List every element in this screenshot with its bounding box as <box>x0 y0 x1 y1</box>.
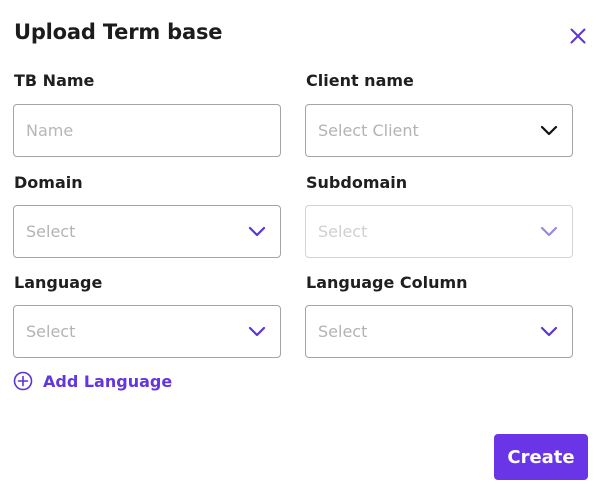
domain-placeholder: Select <box>26 222 76 241</box>
plus-circle-icon <box>13 371 33 391</box>
client-name-select[interactable]: Select Client <box>305 104 573 157</box>
tb-name-input[interactable] <box>26 121 280 140</box>
chevron-down-icon <box>540 125 558 135</box>
close-button[interactable] <box>565 23 591 49</box>
language-label: Language <box>14 273 103 292</box>
language-column-placeholder: Select <box>318 322 368 341</box>
add-language-button[interactable]: Add Language <box>13 371 172 391</box>
language-placeholder: Select <box>26 322 76 341</box>
tb-name-field[interactable] <box>13 104 281 157</box>
chevron-down-icon <box>540 326 558 336</box>
language-select[interactable]: Select <box>13 305 281 358</box>
tb-name-label: TB Name <box>14 71 95 90</box>
close-icon <box>570 28 586 44</box>
language-column-select[interactable]: Select <box>305 305 573 358</box>
add-language-label: Add Language <box>43 371 173 391</box>
create-button[interactable]: Create <box>494 434 588 480</box>
subdomain-select: Select <box>305 205 573 258</box>
domain-label: Domain <box>14 173 83 192</box>
dialog-title: Upload Term base <box>14 20 223 44</box>
chevron-down-icon <box>248 226 266 236</box>
subdomain-placeholder: Select <box>318 222 368 241</box>
domain-select[interactable]: Select <box>13 205 281 258</box>
subdomain-label: Subdomain <box>306 173 408 192</box>
chevron-down-icon <box>540 226 558 236</box>
client-name-label: Client name <box>306 71 414 90</box>
client-name-placeholder: Select Client <box>318 121 419 140</box>
chevron-down-icon <box>248 326 266 336</box>
language-column-label: Language Column <box>306 273 468 292</box>
